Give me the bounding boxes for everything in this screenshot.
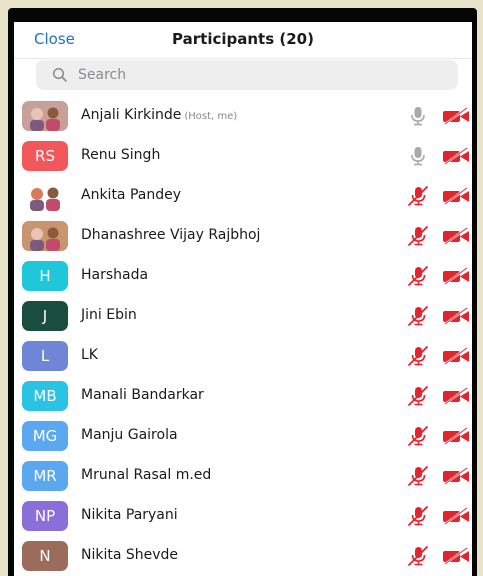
search-icon [52,67,67,82]
participant-name: Mrunal Rasal m.ed [81,467,211,483]
page-title: Participants (20) [172,30,314,48]
participant-name-text: Nikita Paryani [81,507,178,523]
participant-name-text: Nikita Shevde [81,547,179,563]
mic-icon[interactable] [406,145,430,167]
participant-row[interactable]: Anjali Kirkinde (Host, me) [14,96,472,136]
avatar: J [22,301,68,331]
participant-name: Manju Gairola [81,427,178,443]
participant-row[interactable]: N Nikita Shevde [14,536,472,576]
participant-list: Anjali Kirkinde (Host, me) RS Renu Singh Ank… [14,96,472,576]
participant-row[interactable]: H Harshada [14,256,472,296]
video-off-icon[interactable] [442,547,470,565]
participant-row[interactable]: MB Manali Bandarkar [14,376,472,416]
participant-row[interactable]: J Jini Ebin [14,296,472,336]
video-off-icon[interactable] [442,347,470,365]
participant-name: LK [81,347,98,363]
participant-name: Dhanashree Vijay Rajbhoj [81,227,260,243]
participant-name-text: Ankita Pandey [81,187,182,203]
participant-row[interactable]: NP Nikita Paryani [14,496,472,536]
mic-muted-icon[interactable] [406,265,430,287]
mic-muted-icon[interactable] [406,385,430,407]
mic-muted-icon[interactable] [406,425,430,447]
video-off-icon[interactable] [442,267,470,285]
avatar [22,101,68,131]
participant-name-text: Harshada [81,267,149,283]
participant-name-text: Manali Bandarkar [81,387,204,403]
participant-name-text: Manju Gairola [81,427,178,443]
header: Close Participants (20) [14,22,472,59]
participants-screen: Close Participants (20) Anjali Kirkinde(… [14,22,472,576]
video-off-icon[interactable] [442,187,470,205]
avatar: N [22,541,68,571]
avatar: MG [22,421,68,451]
mic-muted-icon[interactable] [406,305,430,327]
participant-name-text: LK [81,347,98,363]
video-off-icon[interactable] [442,307,470,325]
search-input[interactable] [76,66,420,84]
participant-name: Jini Ebin [81,307,137,323]
avatar [22,221,68,251]
mic-muted-icon[interactable] [406,505,430,527]
avatar: MB [22,381,68,411]
video-off-icon[interactable] [442,147,470,165]
mic-muted-icon[interactable] [406,225,430,247]
participant-role: (Host, me) [184,111,238,122]
avatar: L [22,341,68,371]
video-off-icon[interactable] [442,387,470,405]
participant-name-text: Mrunal Rasal m.ed [81,467,212,483]
mic-muted-icon[interactable] [406,545,430,567]
video-off-icon[interactable] [442,427,470,445]
participant-name: Harshada [81,267,148,283]
video-off-icon[interactable] [442,107,470,125]
mic-icon[interactable] [406,105,430,127]
search-bar[interactable] [36,60,458,90]
avatar: MR [22,461,68,491]
avatar [22,181,68,211]
participant-name: Ankita Pandey [81,187,181,203]
participant-row[interactable]: MR Mrunal Rasal m.ed [14,456,472,496]
participant-row[interactable]: Dhanashree Vijay Rajbhoj [14,216,472,256]
participant-name-text: Dhanashree Vijay Rajbhoj [81,227,261,243]
participant-row[interactable]: RS Renu Singh [14,136,472,176]
participant-name-text: Renu Singh [81,147,161,163]
participant-name: Anjali Kirkinde (Host, me) [81,107,237,123]
avatar: H [22,261,68,291]
participant-row[interactable]: Ankita Pandey [14,176,472,216]
participant-row[interactable]: L LK [14,336,472,376]
mic-muted-icon[interactable] [406,345,430,367]
participant-name: Nikita Paryani [81,507,178,523]
participant-name-text: Jini Ebin [81,307,137,323]
participant-name-text: Anjali Kirkinde [81,107,182,123]
video-off-icon[interactable] [442,467,470,485]
avatar: RS [22,141,68,171]
participant-name: Manali Bandarkar [81,387,204,403]
mic-muted-icon[interactable] [406,185,430,207]
participant-name: Nikita Shevde [81,547,178,563]
video-off-icon[interactable] [442,507,470,525]
mic-muted-icon[interactable] [406,465,430,487]
video-off-icon[interactable] [442,227,470,245]
participant-name: Renu Singh [81,147,160,163]
avatar: NP [22,501,68,531]
participant-row[interactable]: MG Manju Gairola [14,416,472,456]
